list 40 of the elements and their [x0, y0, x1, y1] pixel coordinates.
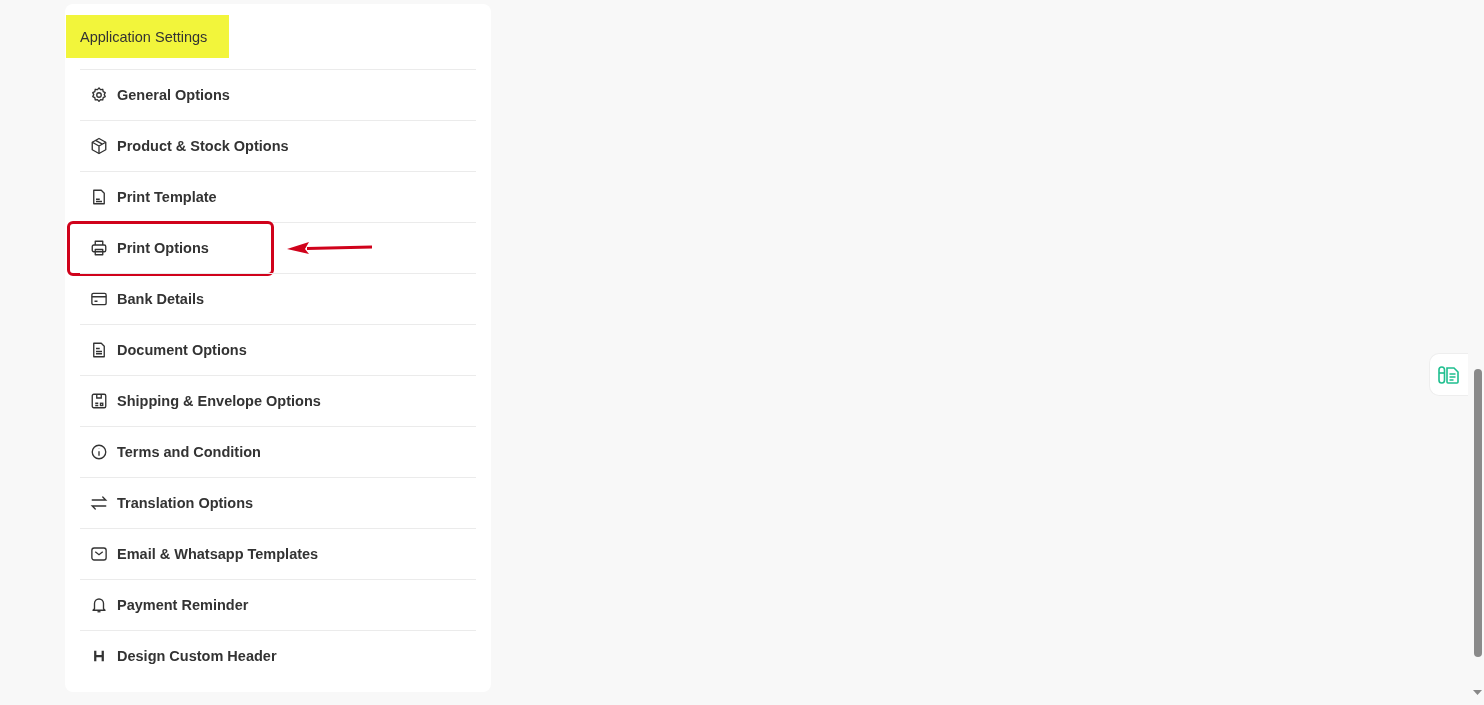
settings-menu-item[interactable]: Design Custom Header [80, 631, 277, 681]
settings-menu-item[interactable]: General Options [80, 70, 230, 120]
scrollbar-thumb[interactable] [1473, 369, 1482, 657]
menu-item-label: Print Template [117, 189, 217, 205]
floating-widget-button[interactable] [1429, 353, 1468, 396]
settings-menu-item[interactable]: Email & Whatsapp Templates [80, 529, 319, 579]
menu-item-label: Design Custom Header [117, 648, 277, 664]
scroll-down-icon[interactable] [1473, 690, 1482, 695]
menu-item-label: Terms and Condition [117, 444, 261, 460]
settings-menu-item[interactable]: Print Options [70, 223, 271, 273]
menu-item-label: Translation Options [117, 495, 254, 511]
document-icon [90, 188, 108, 206]
menu-item-label: Payment Reminder [117, 597, 249, 613]
menu-item-label: Email & Whatsapp Templates [117, 546, 319, 562]
pill-document-icon [1438, 365, 1460, 384]
printer-icon [90, 239, 108, 257]
menu-item-label: Product & Stock Options [117, 138, 289, 154]
package-label-icon [90, 392, 108, 410]
settings-menu-item[interactable]: Bank Details [80, 274, 205, 324]
swap-arrows-icon [90, 494, 108, 512]
settings-menu-item[interactable]: Document Options [80, 325, 247, 375]
menu-item-label: Print Options [117, 240, 209, 256]
info-icon [90, 443, 108, 461]
bell-icon [90, 596, 108, 614]
settings-menu-item[interactable]: Product & Stock Options [80, 121, 289, 171]
gear-icon [90, 86, 108, 104]
settings-menu-item[interactable]: Translation Options [80, 478, 254, 528]
settings-menu-item[interactable]: Shipping & Envelope Options [80, 376, 321, 426]
menu-item-label: Document Options [117, 342, 247, 358]
settings-menu-item[interactable]: Payment Reminder [80, 580, 249, 630]
settings-menu-item[interactable]: Print Template [80, 172, 217, 222]
settings-menu-item[interactable]: Terms and Condition [80, 427, 261, 477]
box-icon [90, 137, 108, 155]
credit-card-icon [90, 290, 108, 308]
section-title: Application Settings [66, 15, 230, 58]
menu-item-label: Bank Details [117, 291, 205, 307]
mail-icon [90, 545, 108, 563]
document-icon [90, 341, 108, 359]
menu-item-label: General Options [117, 87, 230, 103]
menu-item-label: Shipping & Envelope Options [117, 393, 321, 409]
